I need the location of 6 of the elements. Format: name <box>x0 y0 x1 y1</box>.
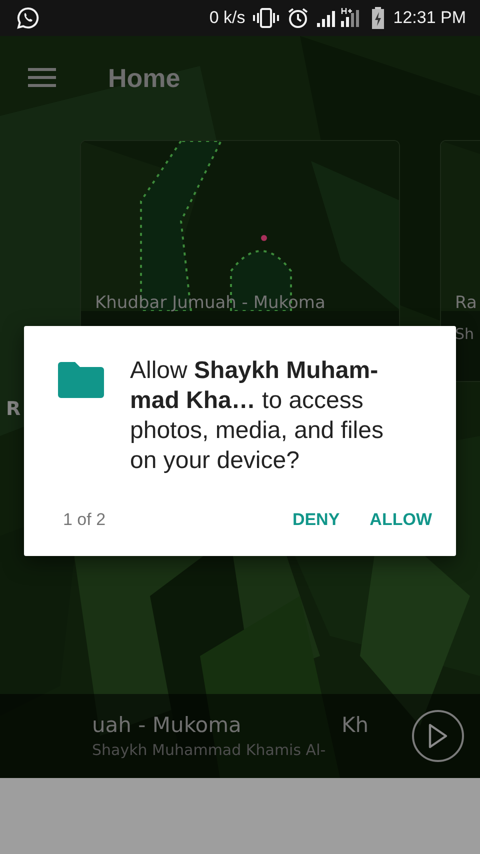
vibrate-icon <box>253 7 280 29</box>
battery-charging-icon <box>371 7 386 29</box>
network-speed: 0 k/s <box>209 8 246 28</box>
alarm-icon <box>287 7 310 29</box>
clock: 12:31 PM <box>393 8 466 28</box>
chat-icon <box>16 6 40 30</box>
